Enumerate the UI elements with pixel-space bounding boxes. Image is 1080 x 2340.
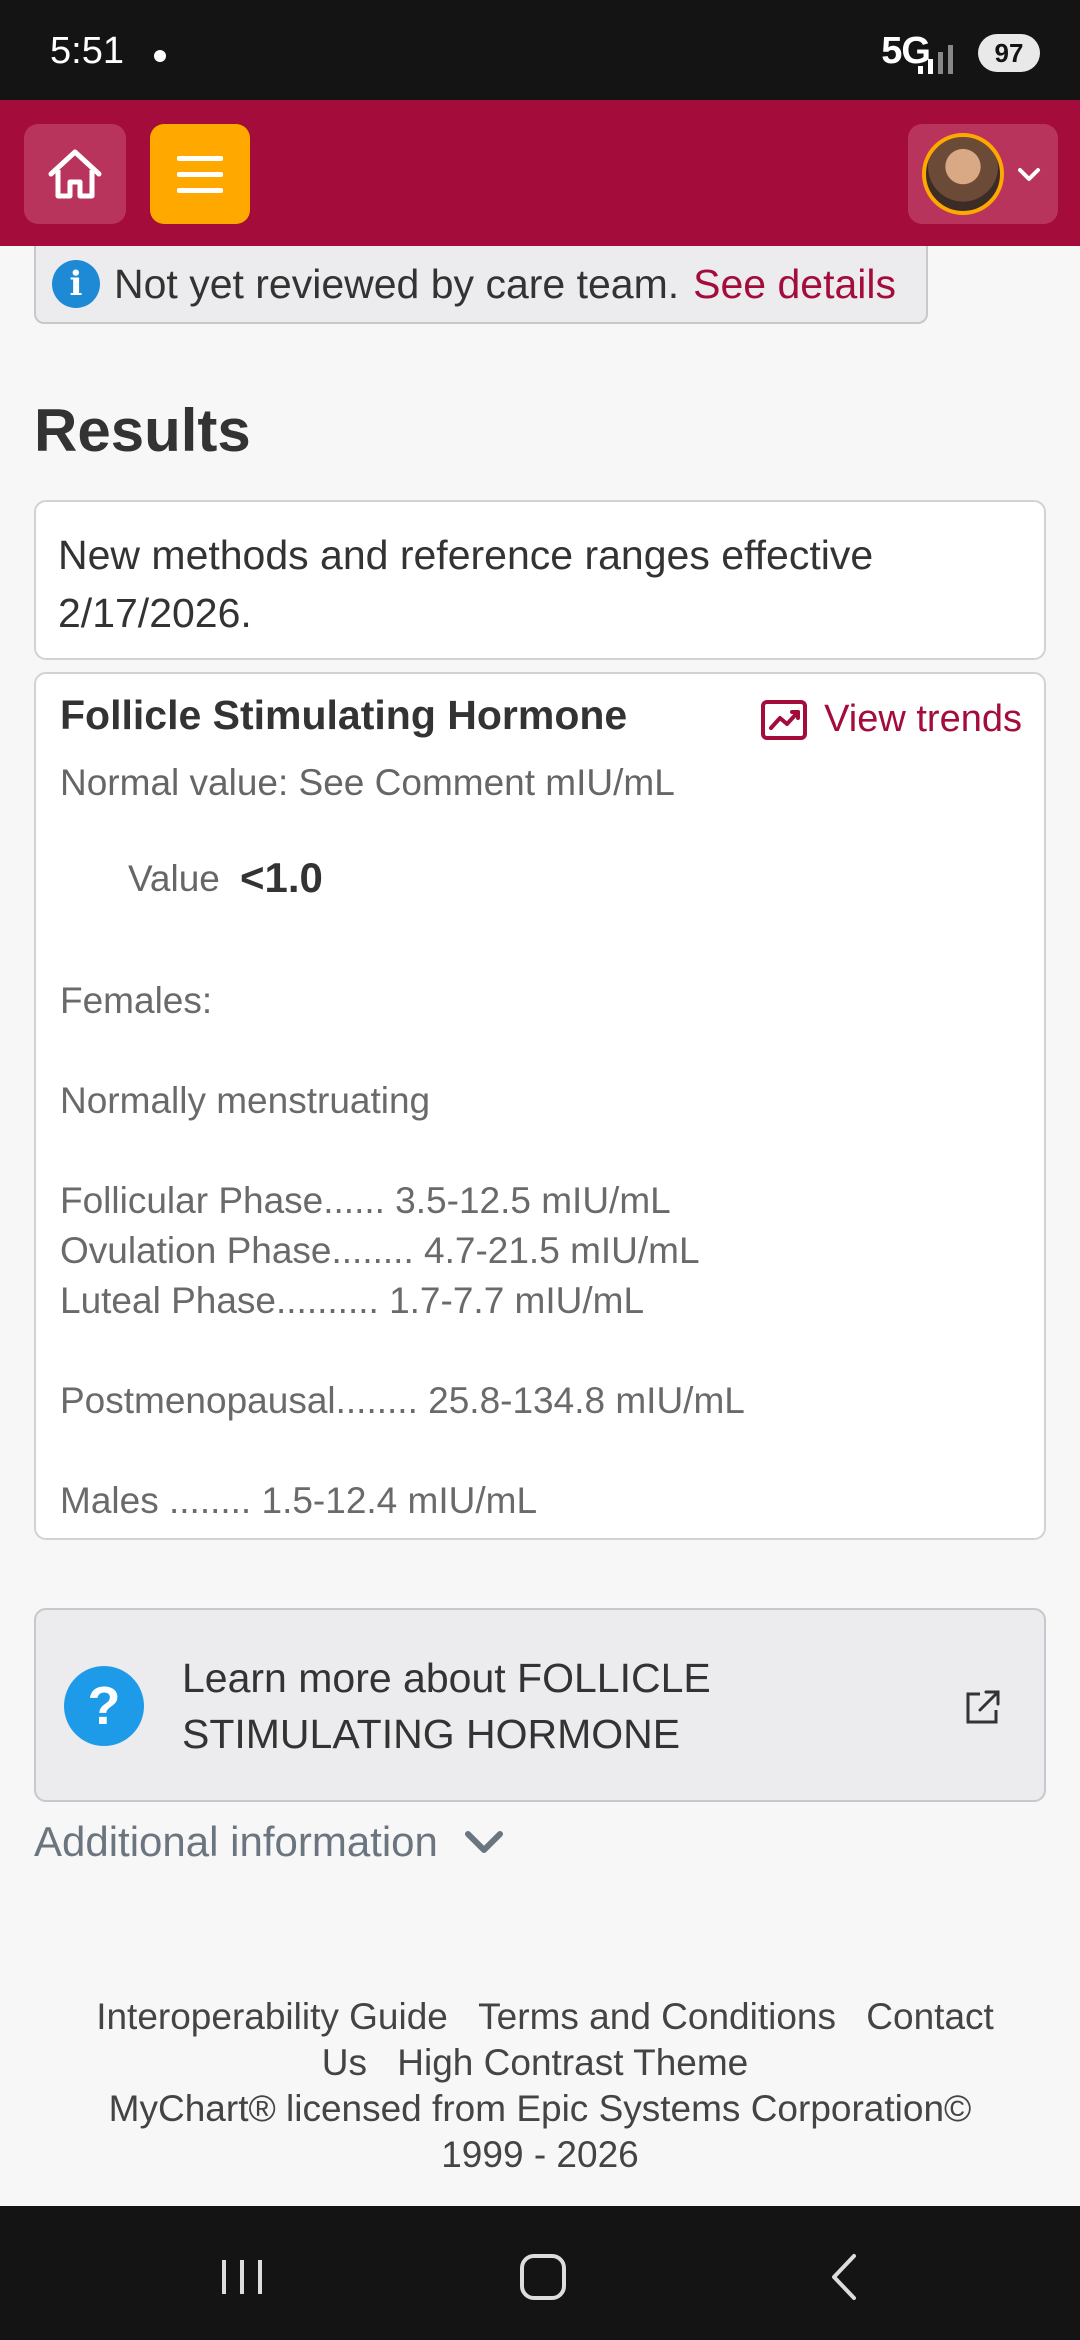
additional-info-label: Additional information <box>34 1818 438 1865</box>
license-text: MyChart® licensed from Epic Systems Corp… <box>108 2088 972 2129</box>
test-name: Follicle Stimulating Hormone <box>60 692 628 738</box>
review-status-banner: i Not yet reviewed by care team. See det… <box>34 246 928 324</box>
comment-line: Postmenopausal........ 25.8-134.8 mIU/mL <box>60 1380 745 1421</box>
chevron-down-icon <box>464 1831 503 1853</box>
battery-indicator: 97 <box>978 34 1040 72</box>
learn-more-line: STIMULATING HORMONE <box>182 1711 681 1757</box>
system-navigation-bar <box>0 2206 1080 2340</box>
learn-more-text: Learn more about FOLLICLE STIMULATING HO… <box>182 1650 902 1762</box>
interoperability-guide-link[interactable]: Interoperability Guide <box>96 1996 448 2037</box>
home-button[interactable] <box>24 124 126 224</box>
normal-value: Normal value: See Comment mIU/mL <box>60 762 675 803</box>
comment-line: Luteal Phase.......... 1.7-7.7 mIU/mL <box>60 1280 645 1321</box>
home-icon <box>48 149 102 199</box>
comment-line: Normally menstruating <box>60 1080 431 1121</box>
external-link-icon <box>966 1690 1000 1724</box>
account-menu-button[interactable] <box>908 124 1058 224</box>
avatar <box>922 133 1004 215</box>
comment-line: Females: <box>60 980 213 1021</box>
result-card: Follicle Stimulating Hormone View trends… <box>34 672 1046 1540</box>
value-label: Value <box>128 858 220 899</box>
menu-button[interactable] <box>150 124 250 224</box>
additional-info-toggle[interactable]: Additional information <box>34 1818 504 1866</box>
chevron-down-icon <box>1018 168 1040 181</box>
trend-chart-icon <box>761 699 808 740</box>
view-trends-label: View trends <box>824 698 1022 740</box>
result-value: <1.0 <box>240 854 323 901</box>
page-title: Results <box>34 397 251 464</box>
info-icon: i <box>52 260 100 308</box>
high-contrast-link[interactable]: High Contrast Theme <box>397 2042 748 2083</box>
terms-link[interactable]: Terms and Conditions <box>478 1996 836 2037</box>
method-note: New methods and reference ranges effecti… <box>34 500 1046 660</box>
copyright-years: 1999 - 2026 <box>441 2134 639 2175</box>
comment-line: Ovulation Phase........ 4.7-21.5 mIU/mL <box>60 1230 700 1271</box>
status-time: 5:51 <box>50 30 124 72</box>
signal-icon <box>918 45 953 74</box>
comment-line: Follicular Phase...... 3.5-12.5 mIU/mL <box>60 1180 671 1221</box>
learn-more-link[interactable]: ? Learn more about FOLLICLE STIMULATING … <box>34 1608 1046 1802</box>
home-nav-icon[interactable] <box>514 2250 574 2304</box>
recent-apps-icon[interactable] <box>212 2250 272 2304</box>
comment-line: Males ........ 1.5-12.4 mIU/mL <box>60 1480 538 1521</box>
footer: Interoperability Guide Terms and Conditi… <box>60 1994 1020 2178</box>
status-bar: 5:51 5G 97 <box>0 0 1080 100</box>
back-icon[interactable] <box>816 2250 876 2304</box>
see-details-link[interactable]: See details <box>693 261 896 308</box>
view-trends-link[interactable]: View trends <box>760 698 1022 741</box>
notification-dot-icon <box>154 50 166 62</box>
review-status-text: Not yet reviewed by care team. <box>114 260 680 307</box>
question-icon: ? <box>64 1666 144 1746</box>
learn-more-line: Learn more about FOLLICLE <box>182 1655 711 1701</box>
app-header <box>0 100 1080 246</box>
hamburger-menu-icon <box>177 156 223 193</box>
